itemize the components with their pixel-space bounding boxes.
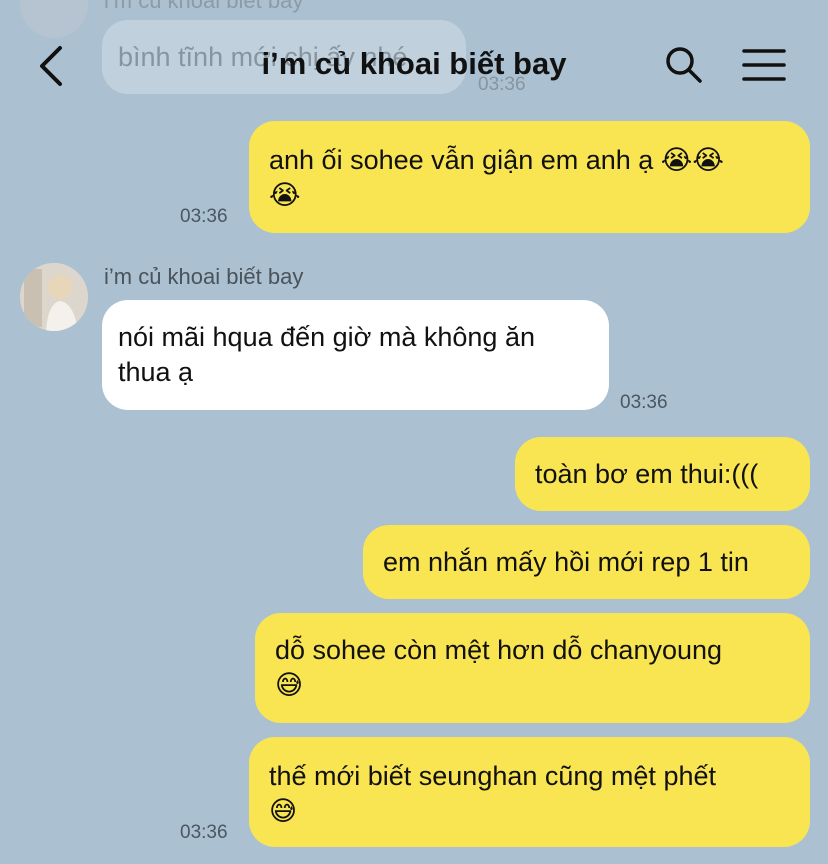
- menu-button[interactable]: [742, 48, 786, 82]
- incoming-message-bubble[interactable]: nói mãi hqua đến giờ mà không ăn thua ạ: [102, 300, 609, 410]
- search-button[interactable]: [664, 45, 704, 85]
- outgoing-message-bubble[interactable]: toàn bơ em thui:(((: [515, 437, 810, 511]
- hamburger-menu-icon: [742, 49, 786, 81]
- message-text-line: 😭: [269, 180, 301, 211]
- outgoing-message-bubble[interactable]: em nhắn mấy hồi mới rep 1 tin: [363, 525, 810, 599]
- message-text-line: thua ạ: [118, 357, 194, 387]
- message-text-line: 😅: [275, 670, 304, 701]
- message-text-line: nói mãi hqua đến giờ mà không ăn: [118, 322, 535, 352]
- chat-header: i’m củ khoai biết bay: [0, 0, 828, 130]
- message-text-line: em nhắn mấy hồi mới rep 1 tin: [383, 547, 749, 577]
- outgoing-message-bubble[interactable]: thế mới biết seunghan cũng mệt phết 😅: [249, 737, 810, 847]
- message-text-line: dỗ sohee còn mệt hơn dỗ chanyoung: [275, 635, 723, 665]
- contact-avatar[interactable]: [20, 263, 88, 331]
- message-text-line: anh ối sohee vẫn giận em anh ạ 😭😭: [269, 145, 724, 175]
- outgoing-message-bubble[interactable]: anh ối sohee vẫn giận em anh ạ 😭😭 😭: [249, 121, 810, 233]
- message-time: 03:36: [620, 392, 668, 413]
- message-time: 03:36: [180, 206, 228, 227]
- message-text-line: 😅: [269, 796, 298, 827]
- message-text-line: thế mới biết seunghan cũng mệt phết: [269, 761, 716, 791]
- search-icon: [666, 47, 702, 83]
- message-time: 03:36: [180, 822, 228, 843]
- outgoing-message-bubble[interactable]: dỗ sohee còn mệt hơn dỗ chanyoung 😅: [255, 613, 810, 723]
- message-text-line: toàn bơ em thui:(((: [535, 459, 759, 489]
- sender-name: i’m củ khoai biết bay: [104, 264, 304, 289]
